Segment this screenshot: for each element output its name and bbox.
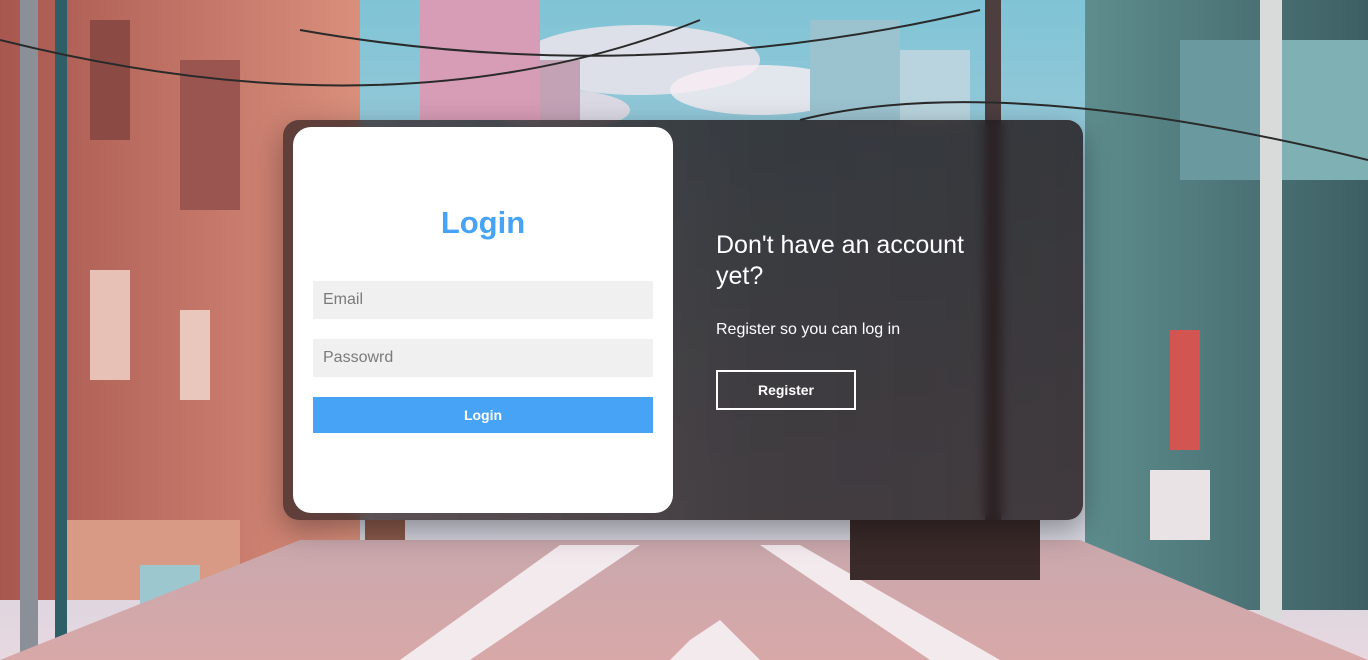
register-button[interactable]: Register xyxy=(716,370,856,410)
login-panel: Login Login xyxy=(293,127,673,513)
email-field[interactable] xyxy=(313,281,653,319)
login-title: Login xyxy=(440,205,526,240)
password-field[interactable] xyxy=(313,339,653,377)
register-subtitle: Register so you can log in xyxy=(716,321,901,338)
login-button[interactable]: Login xyxy=(313,397,653,433)
register-heading: Don't have an account yet? xyxy=(716,231,964,290)
